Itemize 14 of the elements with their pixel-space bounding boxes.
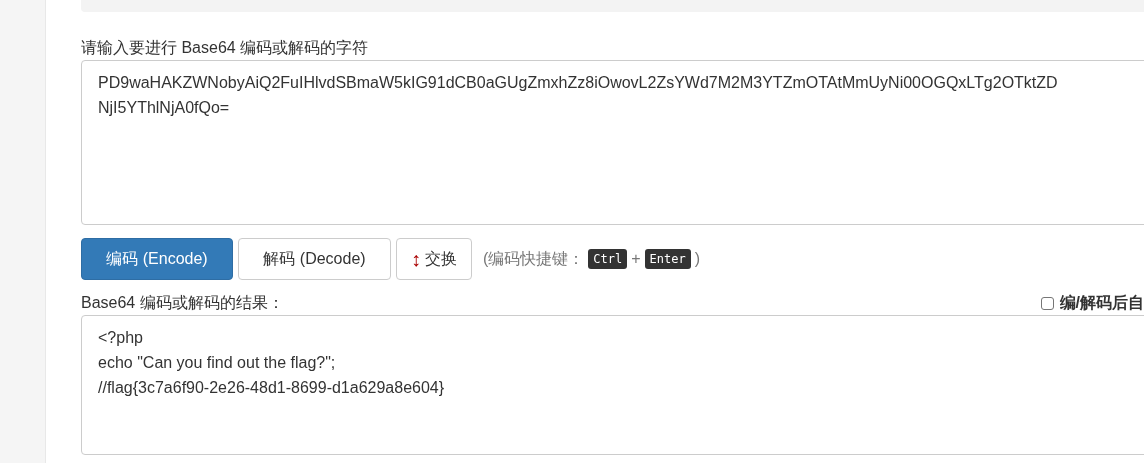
plus-sign: + — [631, 250, 641, 268]
input-field[interactable]: PD9waHAKZWNobyAiQ2FuIHlvdSBmaW5kIG91dCB0aGUgZmxhZz8iOwovL2ZsYWd7M2M3YTZmOTAtMmUyNi00OGQxLTg2OTktZD NjI5YThlNjA0fQo= — [81, 60, 1144, 225]
result-label: Base64 编码或解码的结果： — [81, 292, 284, 313]
key-label: Enter — [644, 249, 691, 269]
closing-paren: ) — [694, 250, 701, 268]
decode-button[interactable]: 解码 (Decode) — [238, 238, 391, 280]
encode-button[interactable]: 编码 (Encode) — [81, 238, 233, 280]
result-field[interactable]: <?php echo "Can you find out the flag?"; //flag{3c7a6f90-2e26-48d1-8699-d1a629a8e604} — [81, 315, 1144, 455]
checkbox-label[interactable]: 编/解码后自 — [1059, 292, 1144, 314]
checkbox[interactable] — [1040, 296, 1054, 310]
shortcut-hint: (编码快捷键： — [483, 248, 585, 269]
key-label: Ctrl — [588, 249, 628, 269]
input-label: 请输入要进行 Base64 编码或解码的字符 — [81, 38, 370, 58]
swap-button[interactable]: ↕ 交换 — [396, 238, 472, 280]
